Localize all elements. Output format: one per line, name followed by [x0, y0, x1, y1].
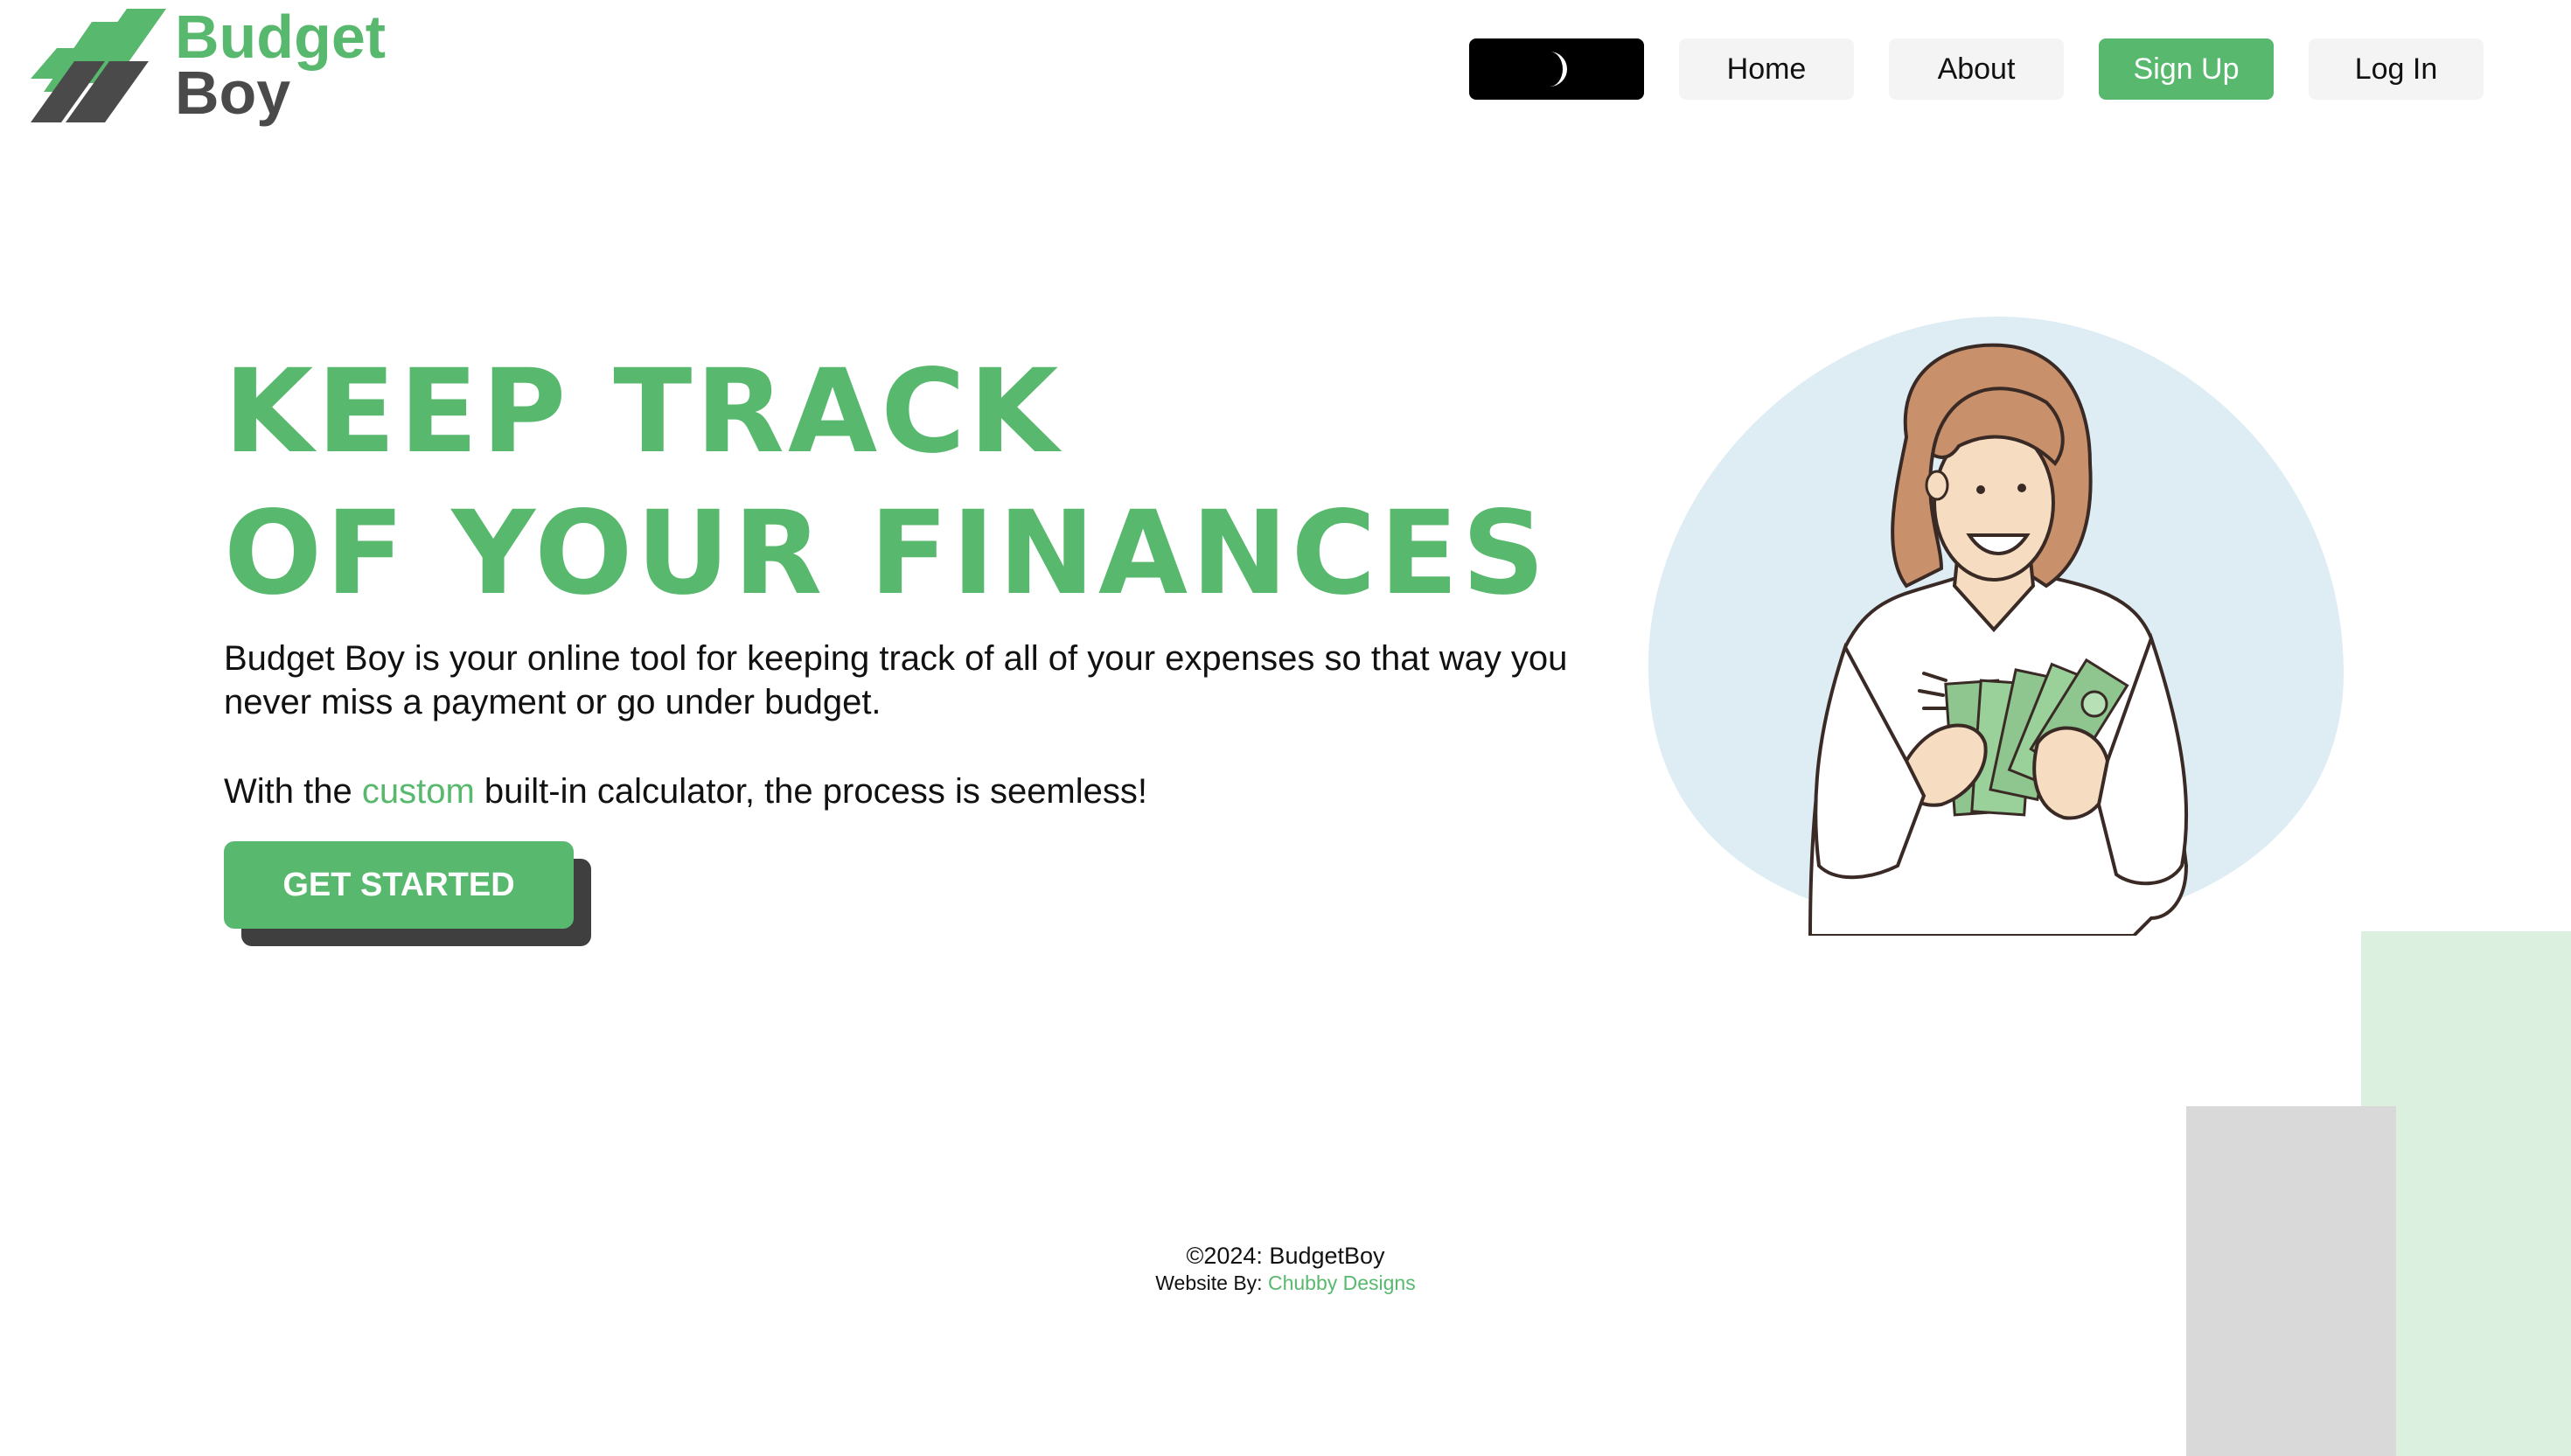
hero-headline: KEEP TRACK OF YOUR FINANCES: [224, 341, 1549, 624]
nav-signup-button[interactable]: Sign Up: [2099, 38, 2274, 100]
site-footer: ©2024: BudgetBoy Website By: Chubby Desi…: [1023, 1242, 1548, 1296]
hero-headline-line1: KEEP TRACK: [224, 345, 1063, 479]
hero-description: Budget Boy is your online tool for keepi…: [224, 639, 1568, 721]
footer-credit-link[interactable]: Chubby Designs: [1268, 1271, 1416, 1294]
decorative-gray-block: [2186, 1106, 2396, 1456]
moon-icon: [1550, 52, 1567, 87]
theme-toggle-button[interactable]: [1469, 38, 1644, 100]
woman-counting-money-illustration: [1648, 317, 2344, 936]
nav-about-button[interactable]: About: [1889, 38, 2064, 100]
brand-name-top: Budget: [175, 3, 387, 71]
brand-logo[interactable]: Budget Boy: [26, 3, 394, 131]
hero-headline-line2: OF YOUR FINANCES: [224, 486, 1549, 621]
hero-calculator-text: With the custom built-in calculator, the…: [224, 770, 1147, 813]
nav-home-button[interactable]: Home: [1679, 38, 1854, 100]
nav-login-button[interactable]: Log In: [2309, 38, 2484, 100]
calc-prefix: With the: [224, 772, 362, 811]
brand-name: Budget Boy: [175, 3, 387, 127]
brand-name-bottom: Boy: [175, 59, 291, 127]
calc-suffix: built-in calculator, the process is seem…: [474, 772, 1147, 811]
footer-credit: Website By: Chubby Designs: [1023, 1270, 1548, 1296]
logo-stripes-icon: [31, 9, 166, 122]
main-nav: Home About Sign Up Log In: [1469, 38, 2484, 100]
calc-accent: custom: [361, 772, 475, 811]
footer-credit-prefix: Website By:: [1155, 1271, 1268, 1294]
page: Budget Boy Home About Sign Up Log In KEE…: [0, 0, 2571, 1456]
footer-copyright: ©2024: BudgetBoy: [1186, 1243, 1385, 1269]
get-started-button[interactable]: GET STARTED: [224, 841, 574, 929]
cta-container: GET STARTED: [224, 841, 591, 946]
